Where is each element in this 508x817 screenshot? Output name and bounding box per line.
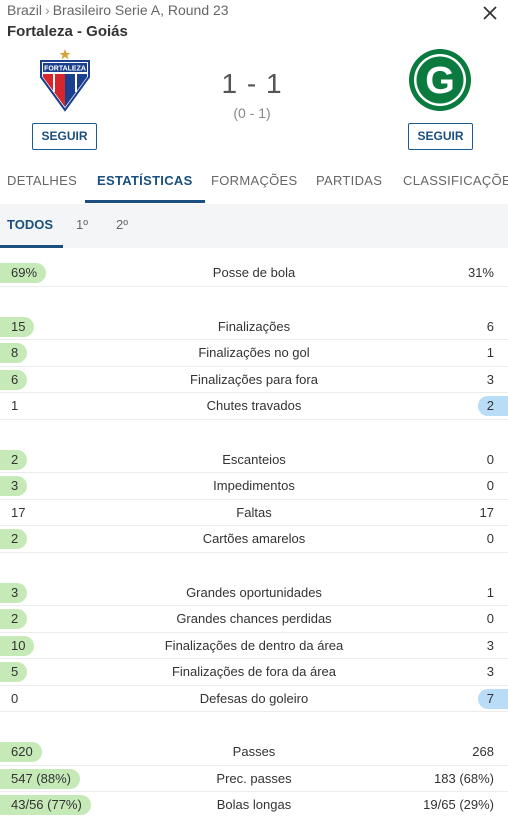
group-separator (0, 420, 508, 447)
group-separator (0, 553, 508, 580)
stat-row: Impedimentos 3 0 (0, 473, 508, 500)
breadcrumb-country[interactable]: Brazil (7, 2, 42, 18)
stat-label: Defesas do goleiro (199, 690, 309, 706)
stat-row: Bolas longas 43/56 (77%) 19/65 (29%) (0, 792, 508, 817)
home-stat-value: 17 (11, 504, 26, 520)
stat-label: Finalizações de fora da área (171, 664, 337, 679)
home-stat-value: 2 (0, 449, 28, 470)
home-stat-value: 547 (88%) (0, 768, 80, 789)
group-separator (0, 287, 508, 314)
period-todos[interactable]: TODOS (0, 204, 63, 248)
statistics-list: Posse de bola 69% 31% Finalizações 15 6 Finali… (0, 248, 508, 817)
crest-letter: G (425, 60, 455, 102)
stat-row: Finalizações para fora 6 3 (0, 367, 508, 393)
stat-label: Faltas (236, 504, 272, 520)
tab-formacoes[interactable]: FORMAÇÕES (211, 162, 297, 204)
home-stat-value: 3 (0, 476, 28, 496)
home-stat-value: 2 (0, 529, 28, 549)
follow-away-button[interactable]: SEGUIR (408, 123, 473, 150)
close-icon[interactable] (480, 3, 500, 23)
crest-star-icon (59, 49, 71, 60)
away-stat-value: 1 (486, 345, 494, 360)
home-stat-value: 69% (0, 263, 47, 283)
away-stat-value: 2 (477, 396, 508, 416)
tab-classificacoes[interactable]: CLASSIFICAÇÕES (403, 162, 508, 204)
away-stat-value: 0 (486, 611, 494, 626)
stat-row: Escanteios 2 0 (0, 447, 508, 473)
period-second-half[interactable]: 2º (116, 204, 128, 248)
away-stat-value: 268 (472, 744, 494, 759)
away-stat-value: 3 (486, 371, 494, 387)
home-stat-value: 6 (0, 369, 28, 390)
away-stat-value: 17 (479, 504, 494, 520)
home-stat-value: 0 (11, 690, 19, 706)
away-stat-value: 7 (477, 688, 508, 709)
match-title: Fortaleza - Goiás (7, 23, 128, 40)
stat-row: Grandes oportunidades 3 1 (0, 580, 508, 606)
stat-label: Finalizações (217, 318, 291, 334)
away-team-crest[interactable]: G (407, 48, 473, 112)
home-stat-value: 3 (0, 582, 28, 603)
stat-label: Finalizações no gol (198, 345, 310, 360)
stat-row: Finalizações de dentro da área 10 3 (0, 633, 508, 659)
follow-home-button[interactable]: SEGUIR (32, 123, 97, 150)
stat-row: Finalizações no gol 8 1 (0, 340, 508, 367)
away-stat-value: 0 (486, 531, 494, 546)
tab-estatisticas[interactable]: ESTATÍSTICAS (85, 162, 205, 204)
away-stat-value: 1 (486, 584, 494, 600)
crest-text: FORTALEZA (44, 66, 86, 73)
stat-row: Prec. passes 547 (88%) 183 (68%) (0, 766, 508, 792)
away-stat-value: 19/65 (29%) (423, 797, 494, 812)
home-stat-value: 1 (11, 398, 19, 413)
stat-label: Posse de bola (212, 265, 296, 280)
stat-row: Finalizações de fora da área 5 3 (0, 659, 508, 686)
stat-label: Grandes chances perdidas (176, 611, 332, 626)
stat-row: Grandes chances perdidas 2 0 (0, 606, 508, 633)
stat-row: Passes 620 268 (0, 739, 508, 766)
stats-top-spacer (0, 248, 508, 260)
stat-row: Finalizações 15 6 (0, 314, 508, 340)
stat-label: Chutes travados (206, 398, 302, 413)
away-stat-value: 183 (68%) (434, 770, 494, 786)
tab-partidas[interactable]: PARTIDAS (316, 162, 382, 204)
home-stat-value: 15 (0, 316, 35, 337)
away-stat-value: 0 (486, 451, 494, 467)
halftime-score: (0 - 1) (233, 105, 271, 121)
stat-label: Finalizações para fora (190, 371, 318, 387)
home-stat-value: 5 (0, 662, 28, 682)
tab-detalhes[interactable]: DETALHES (7, 162, 77, 204)
period-selector: TODOS 1º 2º (0, 204, 508, 248)
breadcrumb: Brazil › Brasileiro Serie A, Round 23 (7, 2, 229, 18)
home-team-crest[interactable]: FORTALEZA (36, 48, 94, 112)
home-stat-value: 2 (0, 609, 28, 629)
home-stat-value: 43/56 (77%) (0, 795, 91, 815)
stat-row: Defesas do goleiro 0 7 (0, 686, 508, 712)
stat-label: Impedimentos (213, 478, 295, 493)
stat-label: Finalizações de dentro da área (164, 637, 344, 653)
tab-bar: DETALHES ESTATÍSTICAS FORMAÇÕES PARTIDAS… (0, 162, 508, 204)
stat-row: Chutes travados 1 2 (0, 393, 508, 420)
match-header: Brazil › Brasileiro Serie A, Round 23 Fort… (0, 0, 508, 204)
stat-label: Grandes oportunidades (186, 584, 322, 600)
stat-label: Passes (232, 744, 276, 759)
stat-label: Escanteios (222, 451, 286, 467)
stat-label: Cartões amarelos (202, 531, 306, 546)
away-stat-value: 3 (486, 637, 494, 653)
breadcrumb-competition[interactable]: Brasileiro Serie A, Round 23 (53, 2, 229, 18)
home-stat-value: 8 (0, 343, 28, 363)
home-stat-value: 620 (0, 742, 42, 762)
away-stat-value: 6 (486, 318, 494, 334)
away-stat-value: 3 (486, 664, 494, 679)
group-separator (0, 712, 508, 739)
period-first-half[interactable]: 1º (76, 204, 88, 248)
stat-row: Posse de bola 69% 31% (0, 260, 508, 287)
breadcrumb-separator: › (45, 2, 50, 18)
stat-row: Cartões amarelos 2 0 (0, 526, 508, 553)
home-stat-value: 10 (0, 635, 35, 656)
stat-row: Faltas 17 17 (0, 500, 508, 526)
away-stat-value: 31% (467, 265, 494, 280)
away-stat-value: 0 (486, 478, 494, 493)
match-score: 1 - 1 (221, 68, 283, 99)
